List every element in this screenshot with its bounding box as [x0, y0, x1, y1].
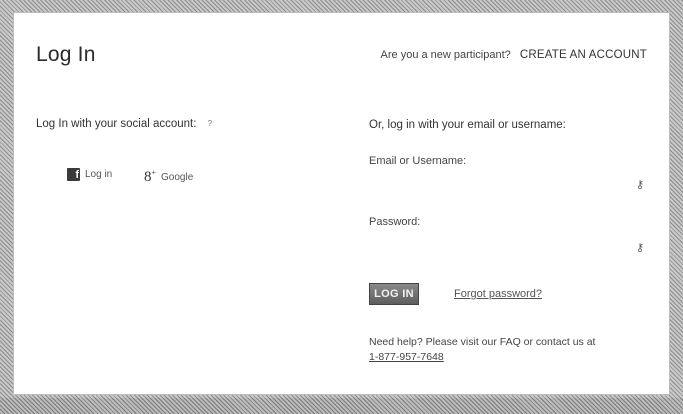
new-participant-prompt: Are you a new participant? CREATE AN ACC…	[381, 49, 647, 61]
key-icon: ⚷	[636, 179, 645, 191]
facebook-login-button[interactable]: f Log in	[67, 168, 112, 181]
email-field-label: Email or Username:	[369, 155, 467, 167]
google-plus-icon: 8+	[144, 168, 157, 185]
help-icon[interactable]: ?	[208, 119, 212, 128]
password-field[interactable]	[369, 233, 656, 257]
login-panel: Log In Are you a new participant? CREATE…	[13, 12, 670, 395]
page-title: Log In	[36, 43, 96, 66]
social-login-heading: Log In with your social account: ?	[36, 118, 212, 130]
email-field[interactable]	[369, 171, 656, 195]
login-button[interactable]: LOG IN	[369, 283, 419, 305]
facebook-icon: f	[67, 168, 80, 181]
help-message: Need help? Please visit our FAQ or conta…	[369, 336, 596, 348]
google-login-button[interactable]: 8+ Google	[144, 168, 193, 186]
forgot-password-link[interactable]: Forgot password?	[454, 288, 542, 300]
password-field-label: Password:	[369, 216, 421, 228]
bottom-border	[0, 398, 683, 414]
support-phone-link[interactable]: 1-877-957-7648	[369, 351, 444, 363]
google-login-label: Google	[161, 171, 194, 183]
email-login-heading: Or, log in with your email or username:	[369, 119, 566, 131]
social-heading-text: Log In with your social account:	[36, 118, 197, 130]
create-account-link[interactable]: CREATE AN ACCOUNT	[520, 49, 647, 61]
new-participant-text: Are you a new participant?	[380, 49, 511, 61]
key-icon: ⚷	[636, 242, 645, 254]
facebook-login-label: Log in	[85, 169, 113, 180]
help-text: Need help? Please visit our FAQ or conta…	[369, 335, 639, 365]
